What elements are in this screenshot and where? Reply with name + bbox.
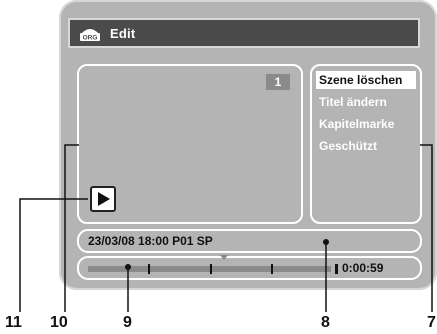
callout-8: 8 (321, 314, 330, 331)
callout-7: 7 (427, 314, 436, 331)
callout-leader-lines (19, 144, 433, 312)
callout-9: 9 (123, 314, 132, 331)
callout-10: 10 (50, 314, 68, 331)
callout-11: 11 (5, 314, 22, 331)
